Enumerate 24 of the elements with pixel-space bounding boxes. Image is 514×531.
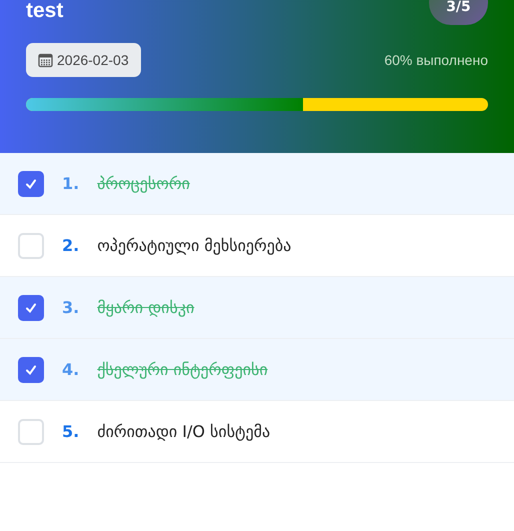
check-icon: [25, 302, 37, 314]
task-number: 4.: [62, 360, 80, 379]
task-label: ძირითადი I/O სისტემა: [97, 422, 270, 441]
list-title: test: [26, 0, 64, 24]
task-label: მყარი დისკი: [97, 298, 194, 317]
task-number: 2.: [62, 236, 80, 255]
task-number: 1.: [62, 174, 80, 193]
task-label: პროცესორი: [97, 174, 190, 193]
date-text: 2026-02-03: [57, 52, 129, 68]
task-label: ქსელური ინტერფეისი: [97, 360, 268, 379]
task-checkbox[interactable]: [18, 170, 44, 196]
task-checkbox[interactable]: [18, 232, 44, 258]
check-icon: [25, 178, 37, 190]
task-label: ოპერატიული მეხსიერება: [97, 236, 292, 255]
count-badge: 3/5: [429, 0, 488, 25]
task-checkbox[interactable]: [18, 418, 44, 444]
task-checkbox[interactable]: [18, 294, 44, 320]
calendar-icon: [38, 52, 53, 68]
task-checkbox[interactable]: [18, 356, 44, 382]
task-number: 5.: [62, 422, 80, 441]
check-icon: [25, 364, 37, 376]
progress-text: 60% выполнено: [384, 52, 488, 68]
task-number: 3.: [62, 298, 80, 317]
date-chip[interactable]: 2026-02-03: [26, 43, 141, 77]
